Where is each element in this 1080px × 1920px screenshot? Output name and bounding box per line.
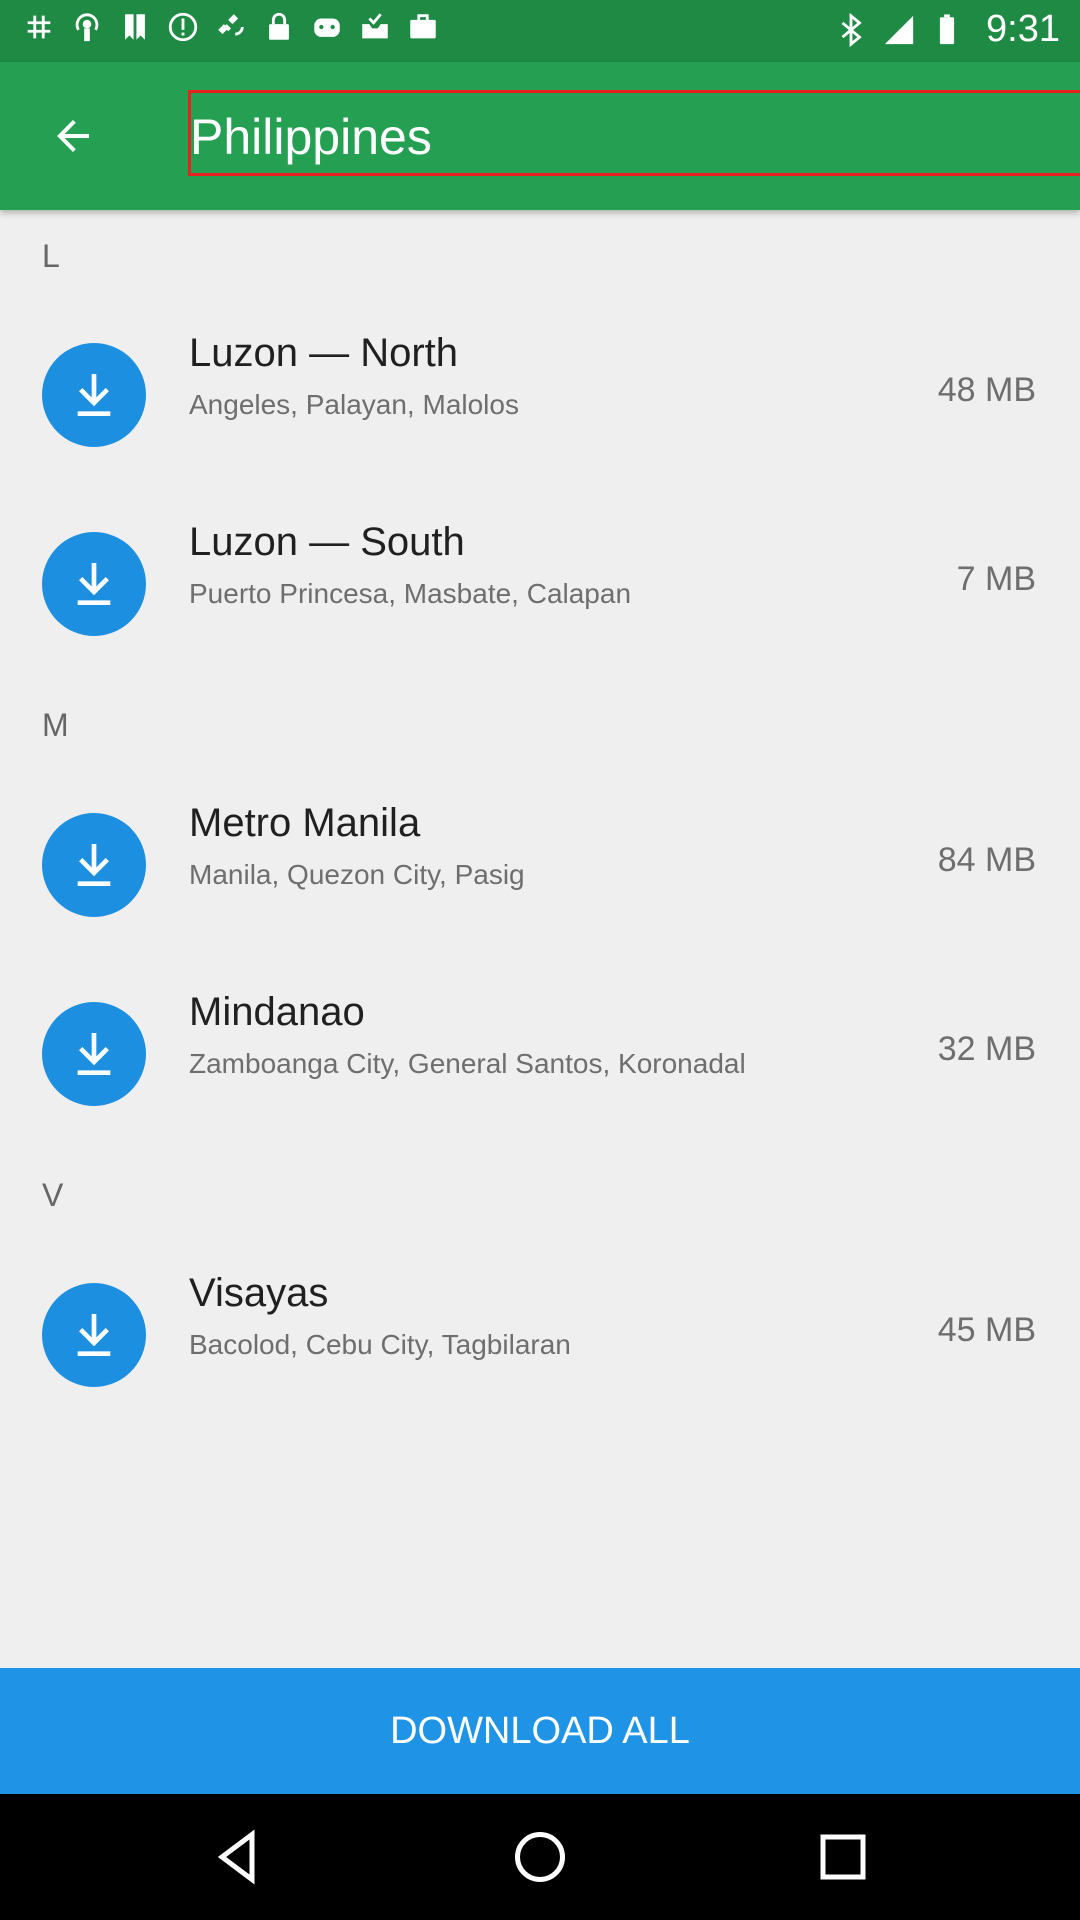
hashtag-icon: [22, 10, 56, 44]
region-cities: Bacolod, Cebu City, Tagbilaran: [189, 1329, 571, 1360]
region-size: 48 MB: [937, 371, 1036, 409]
region-size: 32 MB: [937, 1030, 1036, 1068]
region-size: 7 MB: [956, 560, 1036, 598]
battery-icon: [930, 13, 964, 47]
bookmark-icon: [118, 10, 152, 44]
system-indicators: 9:31: [834, 8, 1060, 51]
section-header-v: V: [42, 1177, 64, 1213]
list-item[interactable]: Visayas Bacolod, Cebu City, Tagbilaran 4…: [0, 1261, 1080, 1411]
page-title: Philippines: [190, 109, 432, 165]
download-icon[interactable]: [42, 343, 146, 447]
alert-icon: [166, 10, 200, 44]
section-header-m: M: [42, 707, 69, 743]
back-button[interactable]: [40, 108, 106, 164]
podcast-icon: [70, 10, 104, 44]
triangle-back-icon: [217, 1829, 255, 1885]
nav-back-button[interactable]: [204, 1824, 270, 1890]
region-cities: Zamboanga City, General Santos, Koronada…: [189, 1048, 746, 1079]
download-icon[interactable]: [42, 532, 146, 636]
status-time: 9:31: [986, 8, 1060, 50]
region-cities: Manila, Quezon City, Pasig: [189, 859, 525, 890]
region-title: Luzon — South: [189, 520, 465, 564]
region-cities: Angeles, Palayan, Malolos: [189, 389, 519, 420]
region-size: 45 MB: [937, 1311, 1036, 1349]
region-title: Metro Manila: [189, 801, 421, 845]
gamepad-icon: [310, 10, 344, 44]
notification-icons: [22, 10, 440, 44]
signal-icon: [882, 13, 916, 47]
download-icon[interactable]: [42, 813, 146, 917]
nav-recents-button[interactable]: [810, 1824, 876, 1890]
list-item[interactable]: Luzon — North Angeles, Palayan, Malolos …: [0, 321, 1080, 471]
section-header-l: L: [42, 238, 60, 274]
region-size: 84 MB: [937, 841, 1036, 879]
app-bar: Philippines: [0, 62, 1080, 210]
briefcase-icon: [406, 10, 440, 44]
satellite-icon: [214, 10, 248, 44]
region-cities: Puerto Princesa, Masbate, Calapan: [189, 578, 632, 609]
nav-home-button[interactable]: [507, 1824, 573, 1890]
region-title: Mindanao: [189, 990, 365, 1034]
list-item[interactable]: Luzon — South Puerto Princesa, Masbate, …: [0, 510, 1080, 660]
list-item[interactable]: Metro Manila Manila, Quezon City, Pasig …: [0, 791, 1080, 941]
inbox-icon: [358, 10, 392, 44]
circle-home-icon: [515, 1832, 565, 1882]
status-bar: 9:31: [0, 0, 1080, 62]
region-title: Luzon — North: [189, 331, 459, 375]
list-item[interactable]: Mindanao Zamboanga City, General Santos,…: [0, 980, 1080, 1130]
square-recents-icon: [820, 1834, 866, 1880]
download-icon[interactable]: [42, 1002, 146, 1106]
download-icon[interactable]: [42, 1283, 146, 1387]
navigation-bar: [0, 1794, 1080, 1920]
download-all-button[interactable]: DOWNLOAD ALL: [0, 1668, 1080, 1794]
lock-icon: [262, 10, 296, 44]
back-arrow-icon: [57, 120, 89, 152]
bluetooth-icon: [834, 12, 868, 47]
region-title: Visayas: [189, 1271, 329, 1315]
